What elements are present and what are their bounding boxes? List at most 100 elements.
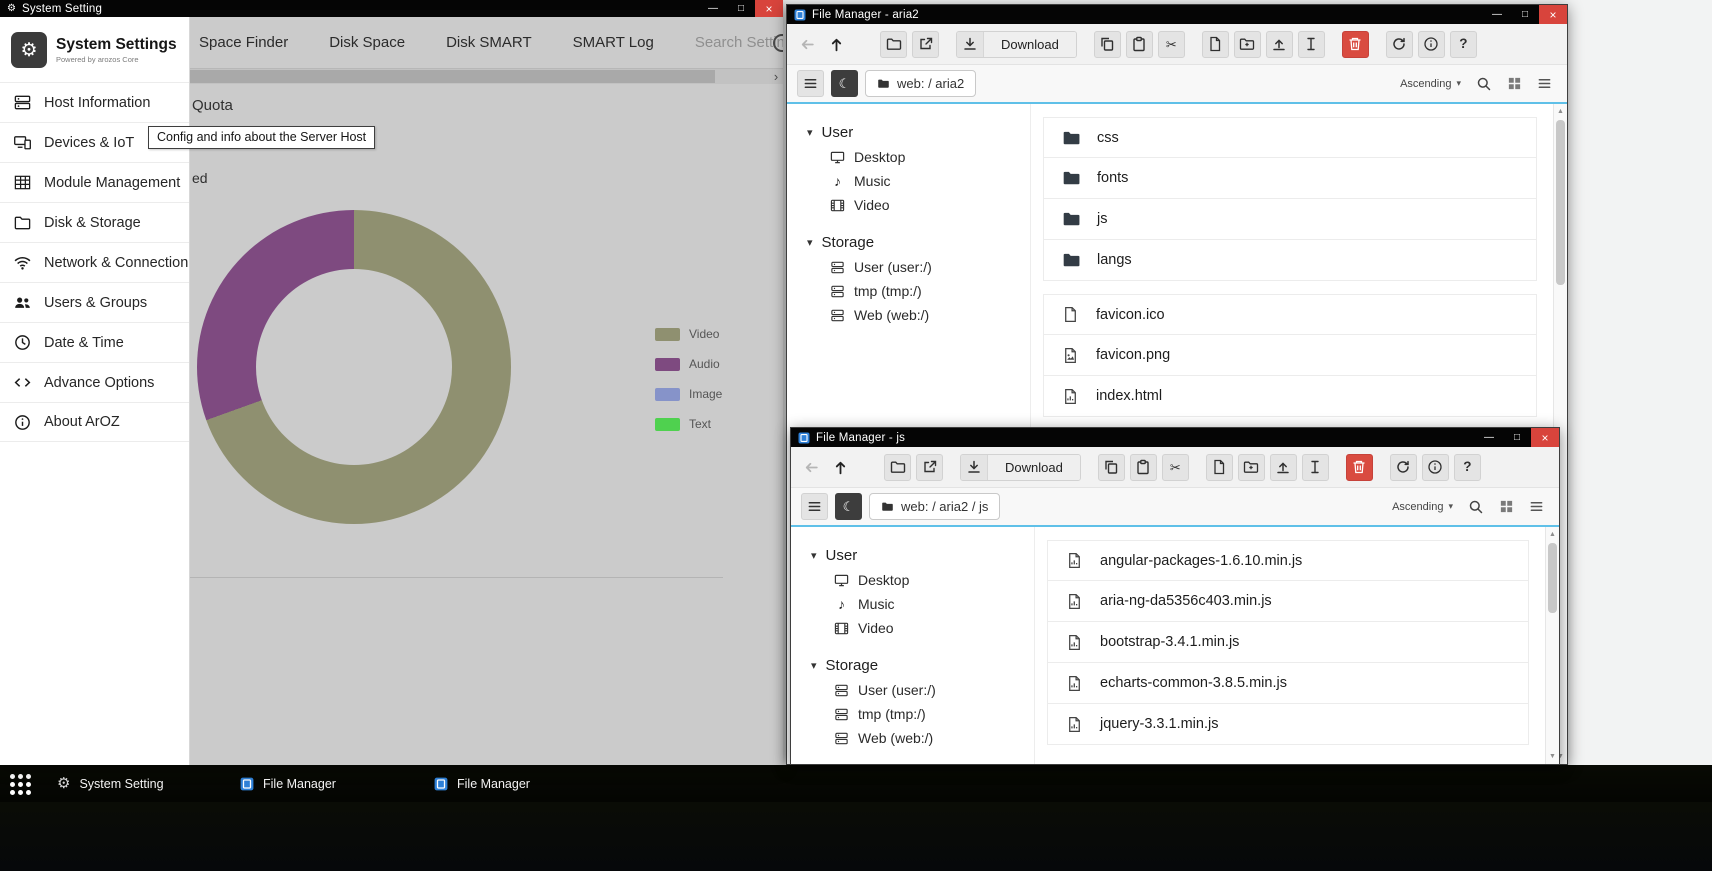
legend-item-image[interactable]: Image [655,387,722,401]
file-row-echarts[interactable]: echarts-common-3.8.5.min.js [1047,663,1529,704]
tab-smart-log[interactable]: SMART Log [573,34,654,51]
tree-item-video[interactable]: Video [807,193,1030,217]
tree-item-tmp-drive[interactable]: tmp (tmp:/) [811,702,1034,726]
sidebar-item-advance-options[interactable]: Advance Options [0,362,189,402]
settings-search-input[interactable] [695,34,783,51]
file-row-index-html[interactable]: index.html [1043,376,1537,417]
tab-disk-space[interactable]: Disk Space [329,34,405,51]
refresh-button[interactable] [1386,31,1413,58]
minimize-button[interactable]: — [1475,428,1503,447]
file-row-jquery[interactable]: jquery-3.3.1.min.js [1047,704,1529,745]
grid-view-button[interactable] [1507,76,1522,91]
up-button[interactable] [824,31,848,58]
tree-item-music[interactable]: ♪ Music [807,169,1030,193]
sidebar-item-host-information[interactable]: Host Information [0,82,189,122]
tree-section-user[interactable]: ▾ User [807,119,1030,145]
sidebar-item-date-time[interactable]: Date & Time [0,322,189,362]
scroll-up-arrow[interactable]: ▲ [1546,531,1559,538]
grid-view-button[interactable] [1499,499,1514,514]
tree-item-user-drive[interactable]: User (user:/) [807,255,1030,279]
minimize-button[interactable]: — [1483,5,1511,24]
maximize-button[interactable]: □ [1511,5,1539,24]
refresh-button[interactable] [1390,454,1417,481]
fm-titlebar[interactable]: File Manager - js — □ × [791,428,1559,447]
scrollbar-thumb[interactable] [1548,543,1557,613]
system-settings-titlebar[interactable]: ⚙ System Setting — □ × [0,0,783,17]
scroll-down-arrow[interactable]: ▼ [1546,753,1559,760]
copy-button[interactable] [1098,454,1125,481]
breadcrumb[interactable]: web: / aria2 [865,70,976,97]
folder-row-fonts[interactable]: fonts [1043,158,1537,199]
copy-button[interactable] [1094,31,1121,58]
tree-section-storage[interactable]: ▾ Storage [807,229,1030,255]
taskbar-item-system-setting[interactable]: ⚙ System Setting [57,765,164,802]
sidebar-item-module-management[interactable]: Module Management [0,162,189,202]
open-folder-button[interactable] [880,31,907,58]
help-button[interactable]: ? [1454,454,1481,481]
tree-section-user[interactable]: ▾ User [811,542,1034,568]
cut-button[interactable]: ✂ [1162,454,1189,481]
sort-order-dropdown[interactable]: Ascending ▾ [1400,78,1461,90]
tree-item-desktop[interactable]: Desktop [811,568,1034,592]
back-button[interactable] [799,454,823,481]
new-folder-button[interactable] [1238,454,1265,481]
scroll-up-arrow[interactable]: ▲ [1554,108,1567,115]
taskbar-item-file-manager-2[interactable]: File Manager [434,765,530,802]
folder-row-css[interactable]: css [1043,117,1537,158]
menu-button[interactable] [801,493,828,520]
tree-item-tmp-drive[interactable]: tmp (tmp:/) [807,279,1030,303]
info-button[interactable] [1422,454,1449,481]
file-row-favicon-ico[interactable]: favicon.ico [1043,294,1537,335]
maximize-button[interactable]: □ [727,0,755,17]
list-view-button[interactable] [1537,76,1552,91]
legend-item-video[interactable]: Video [655,327,722,341]
scroll-right-arrow[interactable]: › [769,69,783,84]
file-row-aria-ng[interactable]: aria-ng-da5356c403.min.js [1047,581,1529,622]
dark-mode-button[interactable]: ☾ [835,493,862,520]
maximize-button[interactable]: □ [1503,428,1531,447]
tree-item-video[interactable]: Video [811,616,1034,640]
sidebar-item-users-groups[interactable]: Users & Groups [0,282,189,322]
menu-button[interactable] [797,70,824,97]
download-button[interactable]: Download [960,454,1081,481]
legend-item-text[interactable]: Text [655,417,722,431]
new-file-button[interactable] [1206,454,1233,481]
tabs-horizontal-scrollbar[interactable]: › [190,68,783,84]
open-folder-button[interactable] [884,454,911,481]
close-button[interactable]: × [755,0,783,17]
sidebar-item-about-aroz[interactable]: About ArOZ [0,402,189,442]
app-launcher-button[interactable] [10,774,31,795]
paste-button[interactable] [1126,31,1153,58]
open-external-button[interactable] [916,454,943,481]
search-button[interactable] [1468,499,1484,515]
fm-titlebar[interactable]: File Manager - aria2 — □ × [787,5,1567,24]
tree-item-desktop[interactable]: Desktop [807,145,1030,169]
scrollbar-thumb[interactable] [1556,120,1565,285]
sidebar-item-disk-storage[interactable]: Disk & Storage [0,202,189,242]
back-button[interactable] [795,31,819,58]
paste-button[interactable] [1130,454,1157,481]
rename-button[interactable] [1298,31,1325,58]
download-button[interactable]: Download [956,31,1077,58]
vertical-scrollbar[interactable]: ▲ ▼ [1545,527,1559,764]
folder-row-js[interactable]: js [1043,199,1537,240]
close-button[interactable]: × [1539,5,1567,24]
file-row-bootstrap[interactable]: bootstrap-3.4.1.min.js [1047,622,1529,663]
tree-item-user-drive[interactable]: User (user:/) [811,678,1034,702]
up-button[interactable] [828,454,852,481]
tab-space-finder[interactable]: Space Finder [199,34,288,51]
close-button[interactable]: × [1531,428,1559,447]
sort-order-dropdown[interactable]: Ascending ▾ [1392,501,1453,513]
file-row-favicon-png[interactable]: favicon.png [1043,335,1537,376]
tree-item-music[interactable]: ♪ Music [811,592,1034,616]
breadcrumb[interactable]: web: / aria2 / js [869,493,1000,520]
upload-button[interactable] [1270,454,1297,481]
tree-section-storage[interactable]: ▾ Storage [811,652,1034,678]
rename-button[interactable] [1302,454,1329,481]
dark-mode-button[interactable]: ☾ [831,70,858,97]
scrollbar-thumb[interactable] [190,70,715,83]
folder-row-langs[interactable]: langs [1043,240,1537,281]
open-external-button[interactable] [912,31,939,58]
tree-item-web-drive[interactable]: Web (web:/) [807,303,1030,327]
sidebar-item-network-connection[interactable]: Network & Connection [0,242,189,282]
